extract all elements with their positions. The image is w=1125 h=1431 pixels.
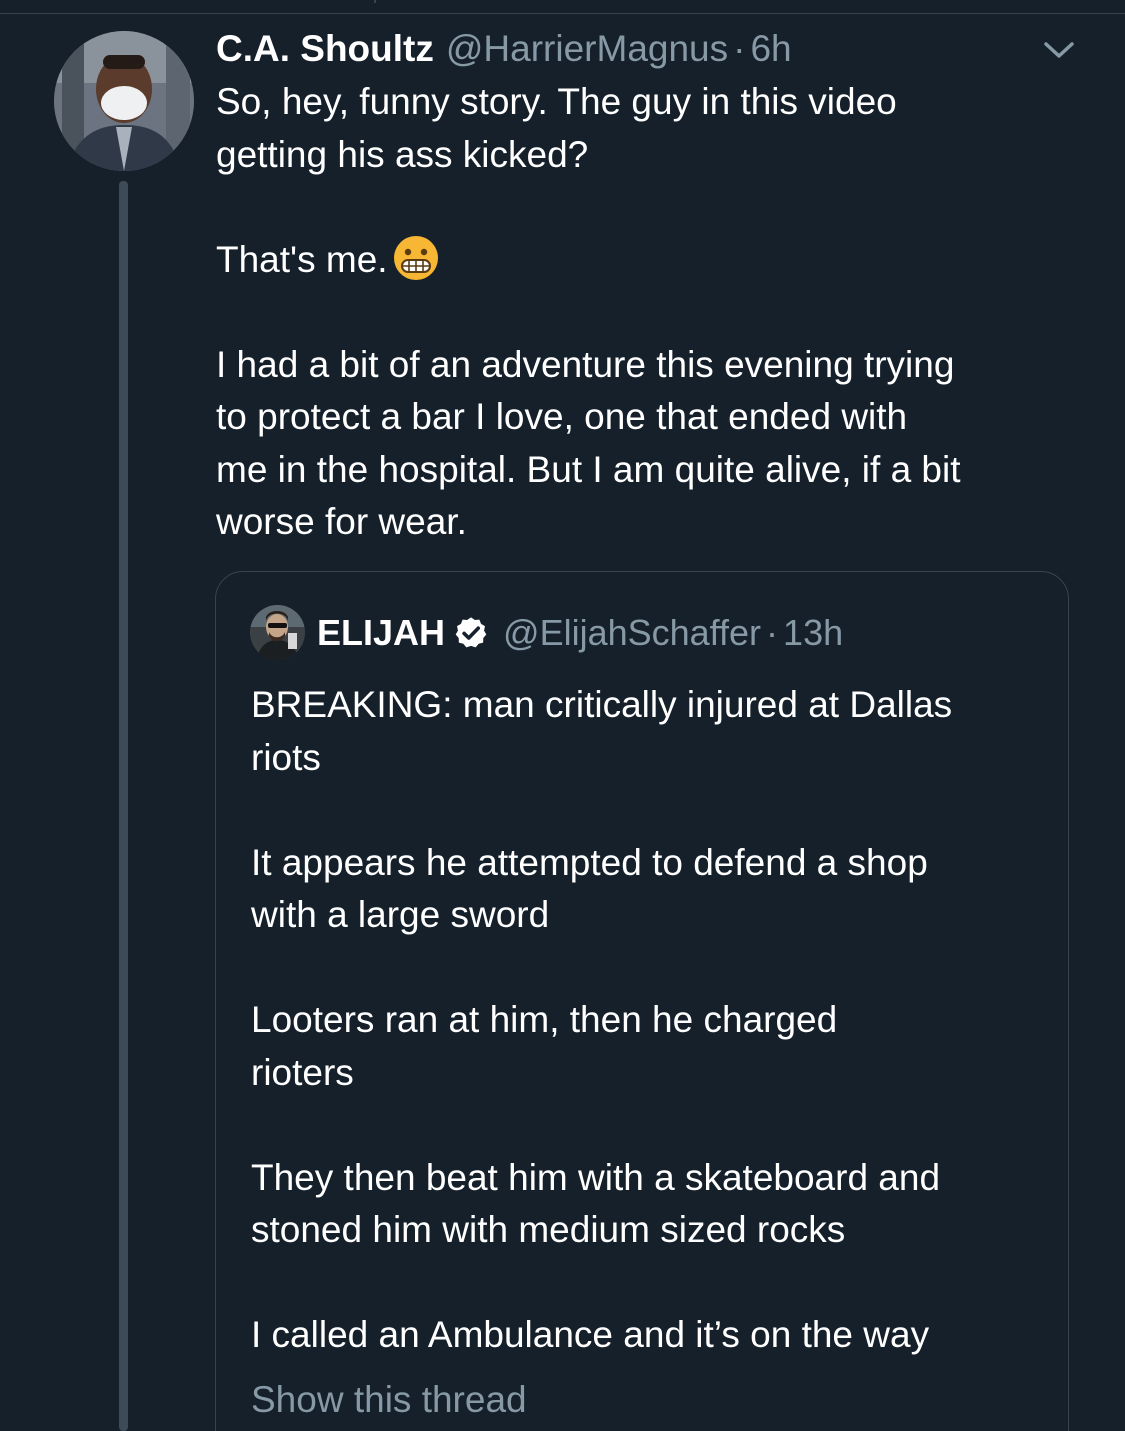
tweet-line: That's me. <box>216 238 388 280</box>
tweet-line: to protect a bar I love, one that ended … <box>216 396 908 437</box>
tweet-header: C.A. Shoultz @HarrierMagnus · 6h <box>216 24 792 74</box>
quoted-author-display-name: ELIJAH <box>317 612 446 653</box>
quoted-author-handle: @ElijahSchaffer <box>503 612 762 653</box>
quoted-author-avatar <box>250 605 305 660</box>
grimacing-face-emoji <box>393 235 438 280</box>
header-separator: · <box>733 28 746 69</box>
tweet-menu-button[interactable] <box>1039 38 1079 62</box>
quoted-paragraph: BREAKING: man critically injured at Dall… <box>251 679 1051 784</box>
tweet-line: So, hey, funny story. The guy in this vi… <box>216 81 897 122</box>
quoted-author-avatar-image <box>250 605 305 660</box>
chevron-down-icon <box>1044 42 1074 58</box>
tweet-timestamp[interactable]: 6h <box>750 24 791 74</box>
quoted-line: BREAKING: man critically injured at Dall… <box>251 684 953 725</box>
quoted-line: Looters ran at him, then he charged <box>251 999 838 1040</box>
quoted-line: They then beat him with a skateboard and <box>251 1156 941 1198</box>
quoted-line: rioters <box>251 1051 354 1093</box>
author-avatar[interactable] <box>54 31 194 171</box>
verified-badge-icon <box>455 617 487 648</box>
quoted-line: stoned him with medium sized rocks <box>251 1209 846 1250</box>
author-avatar-image <box>54 31 194 171</box>
top-divider-mark <box>374 0 376 3</box>
author-handle[interactable]: @HarrierMagnus <box>446 24 728 74</box>
quoted-line: I called an Ambulance and it’s on the wa… <box>251 1314 930 1355</box>
quoted-line: riots <box>251 736 321 778</box>
tweet-paragraph: I had a bit of an adventure this evening… <box>216 339 1076 549</box>
tweet-line: getting his ass kicked? <box>216 133 589 175</box>
thread-connector-line <box>119 181 128 1431</box>
quoted-header-separator: · <box>766 612 779 653</box>
top-divider <box>0 13 1125 14</box>
quoted-paragraph: They then beat him with a skateboard and… <box>251 1152 1051 1257</box>
quoted-paragraph: I called an Ambulance and it’s on the wa… <box>251 1309 1051 1362</box>
quoted-paragraph: It appears he attempted to defend a shop… <box>251 837 1051 942</box>
tweet-line: worse for wear. <box>216 501 467 542</box>
author-display-name[interactable]: C.A. Shoultz <box>216 24 434 74</box>
tweet-line: me in the hospital. But I am quite alive… <box>216 448 961 490</box>
tweet-paragraph: So, hey, funny story. The guy in this vi… <box>216 76 1076 181</box>
quoted-paragraph: Looters ran at him, then he charged riot… <box>251 994 1051 1099</box>
show-thread-link[interactable]: Show this thread <box>251 1374 527 1426</box>
quoted-tweet-text: BREAKING: man critically injured at Dall… <box>251 679 1051 1414</box>
tweet-paragraph: That's me. <box>216 234 1076 287</box>
quoted-tweet-header: ELIJAH @ElijahSchaffer · 13h <box>317 608 843 658</box>
quoted-line: It appears he attempted to defend a shop <box>251 841 928 883</box>
quoted-line: with a large sword <box>251 894 550 935</box>
quoted-tweet-timestamp: 13h <box>783 612 844 653</box>
tweet-text: So, hey, funny story. The guy in this vi… <box>216 76 1076 549</box>
tweet-line: I had a bit of an adventure this evening… <box>216 343 955 385</box>
